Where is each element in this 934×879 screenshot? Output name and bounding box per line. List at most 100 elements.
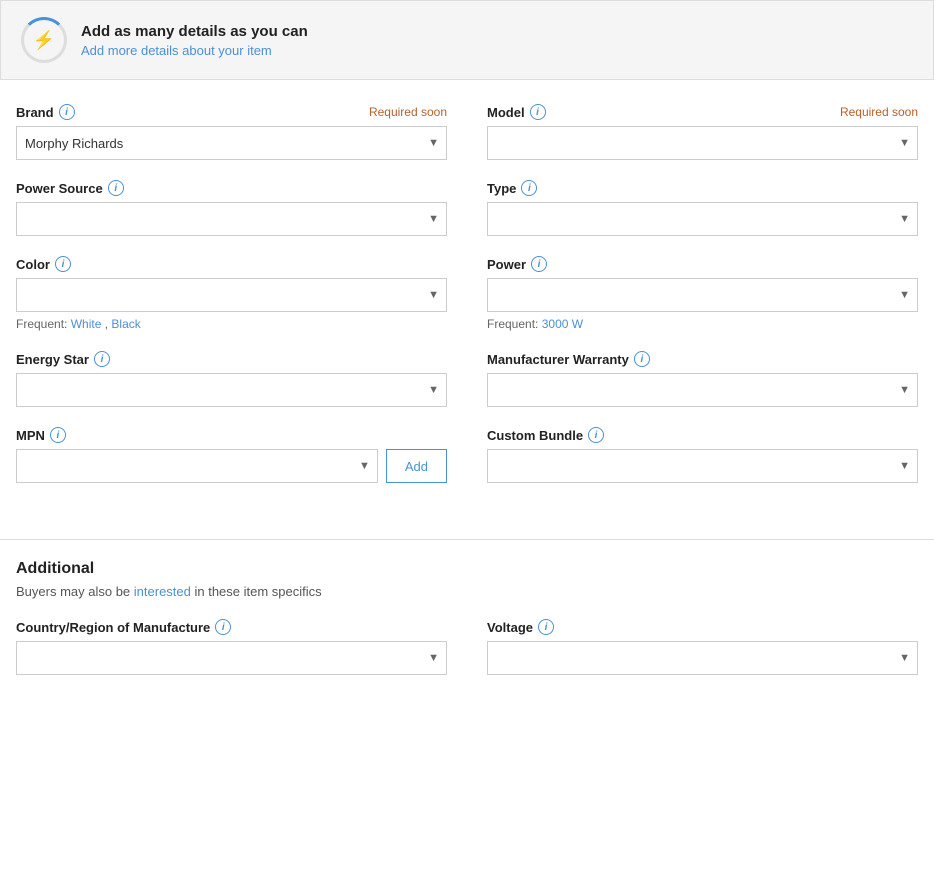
energy-star-label-text: Energy Star [16, 352, 89, 367]
custom-bundle-label: Custom Bundle i [487, 427, 604, 443]
color-frequent-row: Frequent: White , Black [16, 317, 447, 331]
color-field-group: Color i White Black ▼ Frequent: White , … [16, 256, 447, 331]
color-frequent-white[interactable]: White [71, 317, 102, 331]
manufacturer-warranty-info-icon[interactable]: i [634, 351, 650, 367]
country-region-label: Country/Region of Manufacture i [16, 619, 231, 635]
type-label-row: Type i [487, 180, 918, 196]
mpn-info-icon[interactable]: i [50, 427, 66, 443]
color-label-row: Color i [16, 256, 447, 272]
custom-bundle-field-group: Custom Bundle i ▼ [487, 427, 918, 483]
power-label-text: Power [487, 257, 526, 272]
model-field-group: Model i Required soon ▼ [487, 104, 918, 160]
power-frequent-row: Frequent: 3000 W [487, 317, 918, 331]
power-source-label-row: Power Source i [16, 180, 447, 196]
type-label: Type i [487, 180, 537, 196]
progress-icon [21, 17, 67, 63]
voltage-info-icon[interactable]: i [538, 619, 554, 635]
mpn-row: ▼ Add [16, 449, 447, 483]
manufacturer-warranty-label-row: Manufacturer Warranty i [487, 351, 918, 367]
power-source-field-group: Power Source i ▼ [16, 180, 447, 236]
additional-form-grid: Country/Region of Manufacture i ▼ Voltag… [16, 619, 918, 695]
additional-section: Additional Buyers may also be interested… [0, 560, 934, 695]
energy-star-info-icon[interactable]: i [94, 351, 110, 367]
brand-select-wrapper: Morphy Richards Philips Bosch ▼ [16, 126, 447, 160]
form-grid: Brand i Required soon Morphy Richards Ph… [16, 104, 918, 503]
brand-label: Brand i [16, 104, 75, 120]
custom-bundle-info-icon[interactable]: i [588, 427, 604, 443]
power-frequent-3000w[interactable]: 3000 W [542, 317, 583, 331]
model-select[interactable] [487, 126, 918, 160]
model-label-text: Model [487, 105, 525, 120]
color-label-text: Color [16, 257, 50, 272]
mpn-field-group: MPN i ▼ Add [16, 427, 447, 483]
country-region-info-icon[interactable]: i [215, 619, 231, 635]
power-label: Power i [487, 256, 547, 272]
voltage-label-text: Voltage [487, 620, 533, 635]
additional-interested-link[interactable]: interested [134, 584, 191, 599]
model-required-soon: Required soon [840, 105, 918, 119]
energy-star-select[interactable] [16, 373, 447, 407]
mpn-label-row: MPN i [16, 427, 447, 443]
type-info-icon[interactable]: i [521, 180, 537, 196]
brand-select[interactable]: Morphy Richards Philips Bosch [16, 126, 447, 160]
power-source-select[interactable] [16, 202, 447, 236]
header-banner: Add as many details as you can Add more … [0, 0, 934, 80]
country-region-select[interactable] [16, 641, 447, 675]
manufacturer-warranty-field-group: Manufacturer Warranty i ▼ [487, 351, 918, 407]
country-region-label-row: Country/Region of Manufacture i [16, 619, 447, 635]
custom-bundle-select[interactable] [487, 449, 918, 483]
power-select-wrapper: 3000 W ▼ [487, 278, 918, 312]
voltage-label-row: Voltage i [487, 619, 918, 635]
type-select[interactable] [487, 202, 918, 236]
power-select[interactable]: 3000 W [487, 278, 918, 312]
manufacturer-warranty-select[interactable] [487, 373, 918, 407]
custom-bundle-label-row: Custom Bundle i [487, 427, 918, 443]
voltage-select[interactable] [487, 641, 918, 675]
section-divider [0, 539, 934, 540]
mpn-label: MPN i [16, 427, 66, 443]
manufacturer-warranty-label-text: Manufacturer Warranty [487, 352, 629, 367]
type-select-wrapper: ▼ [487, 202, 918, 236]
additional-subtitle-text: Buyers may also be [16, 584, 134, 599]
voltage-field-group: Voltage i ▼ [487, 619, 918, 675]
mpn-select[interactable] [16, 449, 378, 483]
power-source-info-icon[interactable]: i [108, 180, 124, 196]
additional-subtitle-end: in these item specifics [191, 584, 322, 599]
country-region-field-group: Country/Region of Manufacture i ▼ [16, 619, 447, 675]
mpn-label-text: MPN [16, 428, 45, 443]
color-frequent-black[interactable]: Black [111, 317, 140, 331]
header-title: Add as many details as you can [81, 23, 308, 40]
voltage-label: Voltage i [487, 619, 554, 635]
color-info-icon[interactable]: i [55, 256, 71, 272]
power-source-label: Power Source i [16, 180, 124, 196]
color-select-wrapper: White Black ▼ [16, 278, 447, 312]
country-region-select-wrapper: ▼ [16, 641, 447, 675]
model-select-wrapper: ▼ [487, 126, 918, 160]
voltage-select-wrapper: ▼ [487, 641, 918, 675]
custom-bundle-label-text: Custom Bundle [487, 428, 583, 443]
color-select[interactable]: White Black [16, 278, 447, 312]
brand-label-text: Brand [16, 105, 54, 120]
manufacturer-warranty-select-wrapper: ▼ [487, 373, 918, 407]
color-frequent-label: Frequent: [16, 317, 67, 331]
brand-info-icon[interactable]: i [59, 104, 75, 120]
brand-label-row: Brand i Required soon [16, 104, 447, 120]
custom-bundle-select-wrapper: ▼ [487, 449, 918, 483]
model-info-icon[interactable]: i [530, 104, 546, 120]
mpn-add-button[interactable]: Add [386, 449, 447, 483]
header-subtitle: Add more details about your item [81, 43, 308, 58]
power-label-row: Power i [487, 256, 918, 272]
power-info-icon[interactable]: i [531, 256, 547, 272]
additional-subtitle: Buyers may also be interested in these i… [16, 584, 918, 599]
brand-field-group: Brand i Required soon Morphy Richards Ph… [16, 104, 447, 160]
energy-star-field-group: Energy Star i ▼ [16, 351, 447, 407]
model-label: Model i [487, 104, 546, 120]
country-region-label-text: Country/Region of Manufacture [16, 620, 210, 635]
form-container: Brand i Required soon Morphy Richards Ph… [0, 104, 934, 519]
power-frequent-label: Frequent: [487, 317, 538, 331]
header-text: Add as many details as you can Add more … [81, 23, 308, 58]
color-label: Color i [16, 256, 71, 272]
manufacturer-warranty-label: Manufacturer Warranty i [487, 351, 650, 367]
energy-star-select-wrapper: ▼ [16, 373, 447, 407]
type-label-text: Type [487, 181, 516, 196]
